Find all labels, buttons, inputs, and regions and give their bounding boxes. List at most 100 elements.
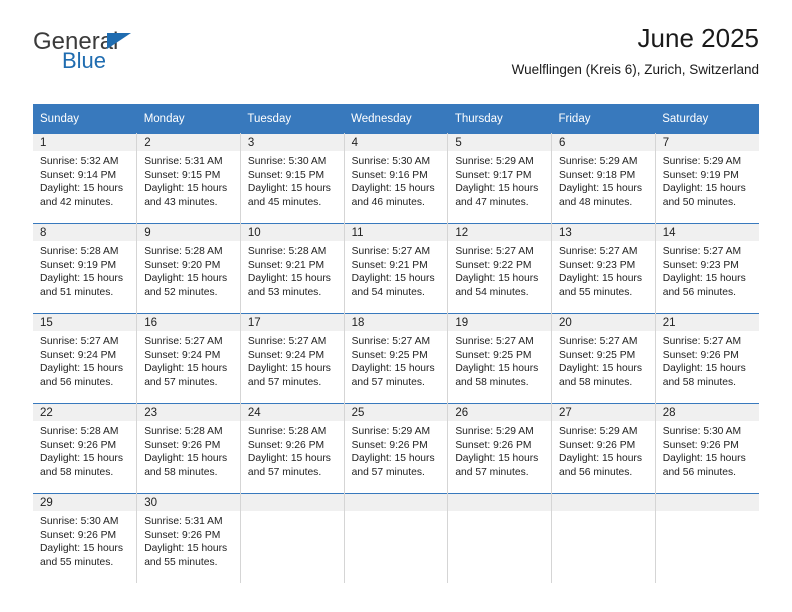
day-cell-inner: 23 Sunrise: 5:28 AM Sunset: 9:26 PM Dayligh…	[137, 404, 240, 493]
calendar-day-cell[interactable]: 15 Sunrise: 5:27 AM Sunset: 9:24 PM Dayligh…	[33, 313, 138, 404]
page-subtitle: Wuelflingen (Kreis 6), Zurich, Switzerla…	[511, 61, 759, 77]
calendar-day-cell[interactable]: 13 Sunrise: 5:27 AM Sunset: 9:23 PM Dayligh…	[551, 223, 656, 314]
weekday-header-sunday: Sunday	[33, 104, 137, 134]
daylight-text: Daylight: 15 hours and 58 minutes.	[455, 363, 539, 388]
sunset-text: Sunset: 9:24 PM	[247, 349, 325, 361]
day-cell-body: Sunrise: 5:29 AM Sunset: 9:26 PM Daylight:…	[448, 421, 551, 479]
day-number: 12	[448, 224, 552, 241]
day-cell-inner	[344, 494, 448, 583]
calendar-week-row: 15 Sunrise: 5:27 AM Sunset: 9:24 PM Dayligh…	[33, 313, 759, 404]
sunset-text: Sunset: 9:26 PM	[144, 439, 221, 451]
day-cell-inner: 13 Sunrise: 5:27 AM Sunset: 9:23 PM Dayligh…	[552, 224, 655, 313]
calendar-day-cell[interactable]: 10 Sunrise: 5:28 AM Sunset: 9:21 PM Dayligh…	[240, 223, 345, 314]
daylight-text: Daylight: 15 hours and 48 minutes.	[559, 183, 643, 208]
day-number: 23	[137, 404, 240, 421]
calendar-day-cell[interactable]: 5 Sunrise: 5:29 AM Sunset: 9:17 PM Daylight…	[447, 133, 553, 224]
calendar-day-cell[interactable]: 22 Sunrise: 5:28 AM Sunset: 9:26 PM Dayligh…	[33, 403, 138, 494]
sunset-text: Sunset: 9:23 PM	[662, 259, 739, 271]
daylight-text: Daylight: 15 hours and 57 minutes.	[144, 363, 228, 388]
day-cell-body: Sunrise: 5:30 AM Sunset: 9:16 PM Daylight:…	[345, 151, 448, 209]
daylight-text: Daylight: 15 hours and 46 minutes.	[351, 183, 435, 208]
day-cell-body: Sunrise: 5:27 AM Sunset: 9:24 PM Daylight:…	[241, 331, 344, 389]
calendar-day-cell[interactable]: 7 Sunrise: 5:29 AM Sunset: 9:19 PM Daylight…	[655, 133, 759, 224]
day-cell-inner: 26 Sunrise: 5:29 AM Sunset: 9:26 PM Dayligh…	[448, 404, 552, 493]
day-number: 8	[33, 224, 137, 241]
calendar-day-cell[interactable]: 28 Sunrise: 5:30 AM Sunset: 9:26 PM Dayligh…	[655, 403, 759, 494]
sunrise-text: Sunrise: 5:27 AM	[455, 246, 534, 257]
daylight-text: Daylight: 15 hours and 50 minutes.	[662, 183, 746, 208]
calendar-day-cell-empty	[447, 493, 553, 583]
calendar-day-cell-empty	[344, 493, 449, 583]
day-cell-body: Sunrise: 5:31 AM Sunset: 9:26 PM Daylight:…	[137, 511, 240, 569]
calendar-day-cell[interactable]: 1 Sunrise: 5:32 AM Sunset: 9:14 PM Daylight…	[33, 133, 138, 224]
calendar-day-cell[interactable]: 19 Sunrise: 5:27 AM Sunset: 9:25 PM Dayligh…	[447, 313, 553, 404]
calendar-day-cell[interactable]: 16 Sunrise: 5:27 AM Sunset: 9:24 PM Dayligh…	[136, 313, 241, 404]
daylight-text: Daylight: 15 hours and 45 minutes.	[247, 183, 331, 208]
sunset-text: Sunset: 9:20 PM	[144, 259, 221, 271]
sunrise-text: Sunrise: 5:29 AM	[559, 156, 638, 167]
day-number: 29	[33, 494, 137, 511]
sunrise-text: Sunrise: 5:29 AM	[559, 426, 638, 437]
day-cell-body: Sunrise: 5:27 AM Sunset: 9:25 PM Daylight:…	[552, 331, 655, 389]
page-title: June 2025	[637, 23, 759, 53]
calendar-week-row: 8 Sunrise: 5:28 AM Sunset: 9:19 PM Daylight…	[33, 223, 759, 314]
calendar-day-cell-empty	[655, 493, 759, 583]
sunset-text: Sunset: 9:15 PM	[247, 169, 325, 181]
sunrise-text: Sunrise: 5:28 AM	[40, 426, 119, 437]
calendar-day-cell[interactable]: 23 Sunrise: 5:28 AM Sunset: 9:26 PM Dayligh…	[136, 403, 241, 494]
day-cell-inner: 4 Sunrise: 5:30 AM Sunset: 9:16 PM Daylight…	[344, 134, 448, 223]
sunset-text: Sunset: 9:26 PM	[559, 439, 636, 451]
day-number: 3	[240, 134, 344, 151]
calendar-week-row: 29 Sunrise: 5:30 AM Sunset: 9:26 PM Dayligh…	[33, 493, 759, 583]
calendar-day-cell[interactable]: 11 Sunrise: 5:27 AM Sunset: 9:21 PM Dayligh…	[344, 223, 449, 314]
day-cell-inner: 24 Sunrise: 5:28 AM Sunset: 9:26 PM Dayligh…	[240, 404, 344, 493]
calendar-day-cell[interactable]: 2 Sunrise: 5:31 AM Sunset: 9:15 PM Daylight…	[136, 133, 241, 224]
calendar-day-cell[interactable]: 3 Sunrise: 5:30 AM Sunset: 9:15 PM Daylight…	[240, 133, 345, 224]
calendar-day-cell[interactable]: 21 Sunrise: 5:27 AM Sunset: 9:26 PM Dayligh…	[655, 313, 759, 404]
general-blue-logo[interactable]: General Blue	[33, 30, 233, 86]
daylight-text: Daylight: 15 hours and 55 minutes.	[40, 543, 123, 568]
logo-text-blue: Blue	[62, 48, 107, 73]
calendar-day-cell[interactable]: 6 Sunrise: 5:29 AM Sunset: 9:18 PM Daylight…	[551, 133, 656, 224]
calendar-day-cell[interactable]: 20 Sunrise: 5:27 AM Sunset: 9:25 PM Dayligh…	[551, 313, 656, 404]
day-cell-body: Sunrise: 5:29 AM Sunset: 9:17 PM Daylight:…	[448, 151, 551, 209]
calendar-day-cell[interactable]: 27 Sunrise: 5:29 AM Sunset: 9:26 PM Dayligh…	[551, 403, 656, 494]
daylight-text: Daylight: 15 hours and 47 minutes.	[455, 183, 539, 208]
sunrise-text: Sunrise: 5:28 AM	[144, 246, 223, 257]
daylight-text: Daylight: 15 hours and 58 minutes.	[144, 453, 228, 478]
day-number	[240, 494, 344, 511]
calendar-day-cell[interactable]: 30 Sunrise: 5:31 AM Sunset: 9:26 PM Dayligh…	[136, 493, 241, 583]
day-number	[448, 494, 552, 511]
calendar-day-cell[interactable]: 18 Sunrise: 5:27 AM Sunset: 9:25 PM Dayligh…	[344, 313, 449, 404]
calendar-day-cell[interactable]: 25 Sunrise: 5:29 AM Sunset: 9:26 PM Dayligh…	[344, 403, 449, 494]
weekday-header-tuesday: Tuesday	[240, 104, 345, 134]
day-number: 1	[33, 134, 137, 151]
calendar-day-cell[interactable]: 4 Sunrise: 5:30 AM Sunset: 9:16 PM Daylight…	[344, 133, 449, 224]
calendar-day-cell[interactable]: 17 Sunrise: 5:27 AM Sunset: 9:24 PM Dayligh…	[240, 313, 345, 404]
day-number: 21	[655, 314, 759, 331]
daylight-text: Daylight: 15 hours and 56 minutes.	[662, 273, 746, 298]
daylight-text: Daylight: 15 hours and 56 minutes.	[662, 453, 746, 478]
daylight-text: Daylight: 15 hours and 55 minutes.	[559, 273, 643, 298]
sunset-text: Sunset: 9:18 PM	[559, 169, 636, 181]
sunset-text: Sunset: 9:14 PM	[40, 169, 117, 181]
calendar-day-cell[interactable]: 8 Sunrise: 5:28 AM Sunset: 9:19 PM Daylight…	[33, 223, 138, 314]
day-cell-body: Sunrise: 5:27 AM Sunset: 9:25 PM Daylight:…	[345, 331, 448, 389]
calendar-day-cell[interactable]: 29 Sunrise: 5:30 AM Sunset: 9:26 PM Dayligh…	[33, 493, 138, 583]
day-cell-body: Sunrise: 5:27 AM Sunset: 9:24 PM Daylight:…	[137, 331, 240, 389]
calendar-day-cell[interactable]: 14 Sunrise: 5:27 AM Sunset: 9:23 PM Dayligh…	[655, 223, 759, 314]
calendar-day-cell[interactable]: 9 Sunrise: 5:28 AM Sunset: 9:20 PM Daylight…	[136, 223, 241, 314]
calendar-page: General Blue June 2025 Wuelflingen (Krei…	[0, 0, 792, 612]
calendar-day-cell[interactable]: 12 Sunrise: 5:27 AM Sunset: 9:22 PM Dayligh…	[447, 223, 553, 314]
day-number: 13	[552, 224, 655, 241]
weekday-header-monday: Monday	[136, 104, 241, 134]
daylight-text: Daylight: 15 hours and 56 minutes.	[559, 453, 643, 478]
calendar-day-cell[interactable]: 24 Sunrise: 5:28 AM Sunset: 9:26 PM Dayligh…	[240, 403, 345, 494]
sunrise-text: Sunrise: 5:32 AM	[40, 156, 119, 167]
calendar-day-cell[interactable]: 26 Sunrise: 5:29 AM Sunset: 9:26 PM Dayligh…	[447, 403, 553, 494]
sunset-text: Sunset: 9:15 PM	[144, 169, 221, 181]
calendar-body: 1 Sunrise: 5:32 AM Sunset: 9:14 PM Daylight…	[33, 133, 759, 583]
sunrise-text: Sunrise: 5:27 AM	[351, 336, 431, 347]
day-cell-body: Sunrise: 5:28 AM Sunset: 9:20 PM Daylight:…	[137, 241, 240, 299]
day-cell-inner	[240, 494, 344, 583]
